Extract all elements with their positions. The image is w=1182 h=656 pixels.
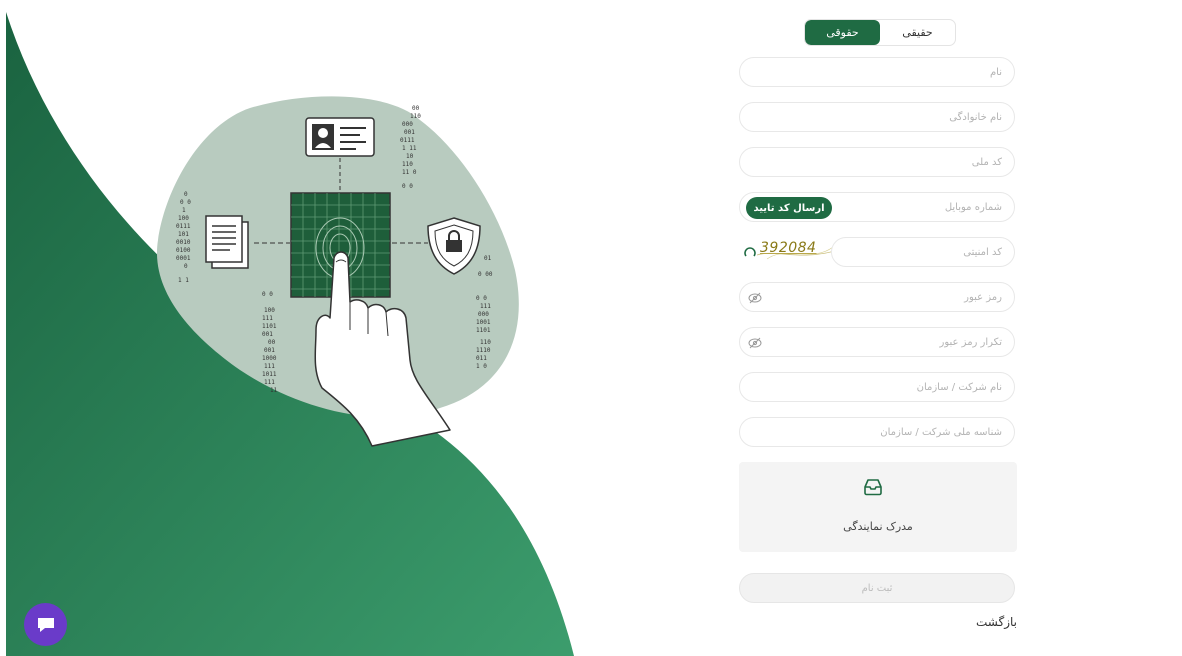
eye-off-icon[interactable] (748, 337, 762, 349)
fingerprint-illustration: 00110000 00101111 11 1011011 0 0 0 00 01… (6, 12, 574, 656)
svg-text:1101: 1101 (476, 327, 491, 334)
svg-text:0111: 0111 (400, 137, 415, 144)
company-id-placeholder: شناسه ملی شرکت / سازمان (880, 427, 1002, 438)
svg-text:11 0: 11 0 (402, 169, 417, 176)
svg-text:1101: 1101 (262, 323, 277, 330)
last-name-placeholder: نام خانوادگی (949, 112, 1002, 123)
svg-text:111: 111 (480, 303, 491, 310)
svg-text:100: 100 (178, 215, 189, 222)
svg-text:1 1: 1 1 (178, 277, 189, 284)
company-name-field[interactable]: نام شرکت / سازمان (739, 372, 1015, 402)
company-name-placeholder: نام شرکت / سازمان (916, 382, 1002, 393)
svg-text:101: 101 (178, 231, 189, 238)
svg-text:001: 001 (262, 331, 273, 338)
svg-text:0 0: 0 0 (476, 295, 487, 302)
password-repeat-field[interactable]: تکرار رمز عبور (739, 327, 1015, 357)
svg-text:000: 000 (478, 311, 489, 318)
first-name-field[interactable]: نام (739, 57, 1015, 87)
password-field[interactable]: رمز عبور (739, 282, 1015, 312)
svg-text:0: 0 (184, 191, 188, 198)
svg-text:0 0: 0 0 (262, 291, 273, 298)
hero-illustration: 00 110 000 001 0111 1 11 10 110 11 0 0 0 00 01… (0, 0, 600, 656)
send-verification-code-button[interactable]: ارسال کد تایید (746, 197, 832, 219)
refresh-icon[interactable] (743, 245, 757, 259)
svg-text:1: 1 (182, 207, 186, 214)
svg-text:1110: 1110 (476, 347, 491, 354)
representation-document-upload[interactable]: مدرک نمایندگی (739, 462, 1017, 552)
svg-text:000: 000 (402, 121, 413, 128)
eye-off-icon[interactable] (748, 292, 762, 304)
svg-text:0010: 0010 (176, 239, 191, 246)
chat-widget-button[interactable] (24, 603, 67, 646)
captcha-code: 392084 (760, 240, 817, 256)
svg-text:1001: 1001 (476, 319, 491, 326)
national-code-placeholder: کد ملی (971, 157, 1002, 168)
company-id-field[interactable]: شناسه ملی شرکت / سازمان (739, 417, 1015, 447)
svg-text:0 0: 0 0 (180, 199, 191, 206)
svg-text:011: 011 (476, 355, 487, 362)
svg-text:01: 01 (484, 255, 492, 262)
mobile-field[interactable]: شماره موبایل ارسال کد تایید (739, 192, 1015, 222)
registration-form: حقوقی حقیقی نام نام خانوادگی کد ملی شمار… (739, 0, 1017, 656)
svg-text:1000: 1000 (262, 355, 277, 362)
svg-text:110: 110 (402, 161, 413, 168)
svg-text:110: 110 (410, 113, 421, 120)
svg-text:0111: 0111 (176, 223, 191, 230)
tab-legal[interactable]: حقوقی (805, 20, 880, 45)
svg-text:100: 100 (264, 307, 275, 314)
security-code-placeholder: کد امنیتی (963, 247, 1002, 258)
svg-text:00: 00 (412, 105, 420, 112)
chat-bubble-icon (37, 617, 54, 632)
register-button[interactable]: ثبت نام (739, 573, 1015, 603)
back-link[interactable]: بازگشت (976, 615, 1017, 629)
svg-text:0100: 0100 (176, 247, 191, 254)
id-card-icon (305, 117, 375, 157)
svg-text:0 0: 0 0 (402, 183, 413, 190)
svg-text:10: 10 (406, 153, 414, 160)
mobile-placeholder: شماره موبایل (944, 202, 1002, 213)
svg-text:001: 001 (264, 347, 275, 354)
upload-label: مدرک نمایندگی (843, 520, 913, 533)
password-repeat-placeholder: تکرار رمز عبور (939, 337, 1002, 348)
svg-text:0001: 0001 (176, 255, 191, 262)
inbox-icon (864, 479, 882, 496)
svg-text:111: 111 (262, 315, 273, 322)
first-name-placeholder: نام (989, 67, 1002, 78)
account-type-tabs: حقوقی حقیقی (804, 19, 956, 46)
svg-text:0 00: 0 00 (478, 271, 493, 278)
document-icon (205, 215, 249, 269)
captcha: 392084 (743, 239, 835, 265)
national-code-field[interactable]: کد ملی (739, 147, 1015, 177)
svg-text:110: 110 (480, 339, 491, 346)
svg-text:1 11: 1 11 (402, 145, 417, 152)
svg-text:00: 00 (268, 339, 276, 346)
security-code-field[interactable]: کد امنیتی (831, 237, 1015, 267)
svg-text:111: 111 (264, 363, 275, 370)
svg-text:001: 001 (404, 129, 415, 136)
tab-individual[interactable]: حقیقی (880, 20, 955, 45)
last-name-field[interactable]: نام خانوادگی (739, 102, 1015, 132)
svg-text:1 0: 1 0 (476, 363, 487, 370)
svg-text:0: 0 (184, 263, 188, 270)
svg-text:1011: 1011 (262, 371, 277, 378)
svg-text:11: 11 (270, 387, 278, 394)
svg-text:111: 111 (264, 379, 275, 386)
password-placeholder: رمز عبور (964, 292, 1002, 303)
